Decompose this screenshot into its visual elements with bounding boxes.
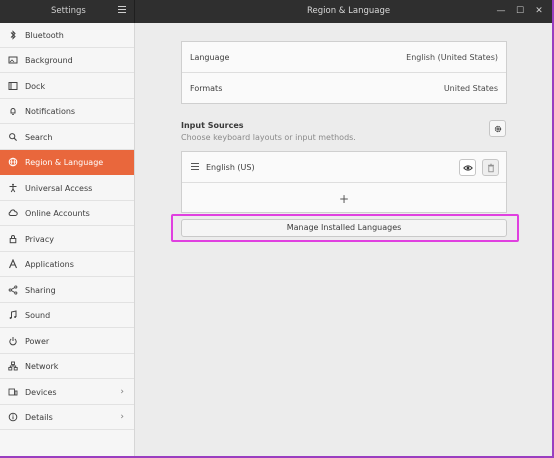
sidebar-item-online-accounts[interactable]: Online Accounts <box>0 201 134 226</box>
sidebar-item-bluetooth[interactable]: Bluetooth <box>0 23 134 48</box>
cloud-icon <box>8 208 18 218</box>
sidebar-item-label: Power <box>25 336 50 346</box>
gear-icon <box>494 125 501 132</box>
sidebar-item-label: Dock <box>25 81 46 91</box>
header-bar: Settings Region & Language — ☐ ✕ <box>0 0 552 23</box>
trash-icon <box>487 163 494 172</box>
formats-label: Formats <box>190 84 223 93</box>
input-sources-options-button[interactable] <box>489 120 506 137</box>
input-sources-title: Input Sources <box>181 121 244 130</box>
sidebar: Bluetooth Background Dock Notifications … <box>0 23 135 456</box>
sidebar-item-notifications[interactable]: Notifications <box>0 99 134 124</box>
globe-icon <box>8 157 18 167</box>
hamburger-menu-icon[interactable] <box>118 6 126 15</box>
dock-icon <box>8 81 18 91</box>
sidebar-item-label: Universal Access <box>25 183 93 193</box>
language-label: Language <box>190 52 230 62</box>
sidebar-item-label: Details <box>25 412 53 422</box>
sidebar-item-label: Sharing <box>25 285 56 295</box>
sidebar-item-label: Devices <box>25 387 57 397</box>
sidebar-item-label: Background <box>25 55 73 65</box>
input-sources-subtitle: Choose keyboard layouts or input methods… <box>181 133 356 142</box>
manage-installed-languages-button[interactable]: Manage Installed Languages <box>181 219 507 237</box>
chevron-right-icon: › <box>120 387 124 397</box>
sidebar-item-label: Network <box>25 361 59 371</box>
sidebar-item-label: Region & Language <box>25 157 104 167</box>
input-source-row[interactable]: English (US) <box>182 152 506 183</box>
sidebar-item-label: Online Accounts <box>25 208 90 218</box>
bell-icon <box>8 106 18 116</box>
sidebar-item-label: Search <box>25 132 53 142</box>
sidebar-header: Settings <box>0 0 135 23</box>
search-icon <box>8 132 18 142</box>
sidebar-item-devices[interactable]: Devices › <box>0 380 134 405</box>
sidebar-item-search[interactable]: Search <box>0 125 134 150</box>
lock-icon <box>8 234 18 244</box>
sidebar-item-region-language[interactable]: Region & Language <box>0 150 134 175</box>
sidebar-title: Settings <box>51 6 86 16</box>
sidebar-item-network[interactable]: Network <box>0 354 134 379</box>
formats-row[interactable]: Formats United States <box>182 73 506 104</box>
sidebar-item-background[interactable]: Background <box>0 48 134 73</box>
background-icon <box>8 55 18 65</box>
input-sources-card: English (US) + <box>181 151 507 213</box>
power-icon <box>8 336 18 346</box>
sidebar-item-universal-access[interactable]: Universal Access <box>0 176 134 201</box>
input-source-label: English (US) <box>206 162 255 172</box>
page-title: Region & Language <box>307 6 391 16</box>
sidebar-item-label: Privacy <box>25 234 54 244</box>
share-icon <box>8 285 18 295</box>
sidebar-item-label: Sound <box>25 310 51 320</box>
formats-value: United States <box>443 84 498 93</box>
eye-icon <box>462 164 473 171</box>
network-icon <box>8 361 18 371</box>
sidebar-item-sound[interactable]: Sound <box>0 303 134 328</box>
add-icon: + <box>338 191 350 206</box>
add-input-source-row[interactable]: + <box>182 183 506 214</box>
language-value: English (United States) <box>406 52 498 62</box>
devices-icon <box>8 387 18 397</box>
settings-window: Settings Region & Language — ☐ ✕ Bluetoo… <box>0 0 554 458</box>
language-card: Language English (United States) Formats… <box>181 41 507 104</box>
sidebar-item-label: Bluetooth <box>25 30 64 40</box>
sidebar-item-details[interactable]: Details › <box>0 405 134 430</box>
applications-icon <box>8 259 18 269</box>
close-button[interactable]: ✕ <box>533 5 545 17</box>
show-layout-button[interactable] <box>459 159 476 176</box>
bluetooth-icon <box>8 30 18 40</box>
sidebar-item-power[interactable]: Power <box>0 329 134 354</box>
music-note-icon <box>8 310 18 320</box>
sidebar-item-label: Notifications <box>25 106 76 116</box>
sidebar-item-applications[interactable]: Applications <box>0 252 134 277</box>
info-icon <box>8 412 18 422</box>
drag-handle-icon[interactable] <box>191 162 199 172</box>
sidebar-item-privacy[interactable]: Privacy <box>0 227 134 252</box>
minimize-button[interactable]: — <box>495 5 507 17</box>
main-panel: Language English (United States) Formats… <box>135 23 552 456</box>
language-row[interactable]: Language English (United States) <box>182 42 506 73</box>
sidebar-item-label: Applications <box>25 259 74 269</box>
accessibility-icon <box>8 183 18 193</box>
sidebar-item-sharing[interactable]: Sharing <box>0 278 134 303</box>
maximize-button[interactable]: ☐ <box>514 5 526 17</box>
chevron-right-icon: › <box>120 412 124 422</box>
remove-source-button[interactable] <box>482 159 499 176</box>
sidebar-item-dock[interactable]: Dock <box>0 74 134 99</box>
